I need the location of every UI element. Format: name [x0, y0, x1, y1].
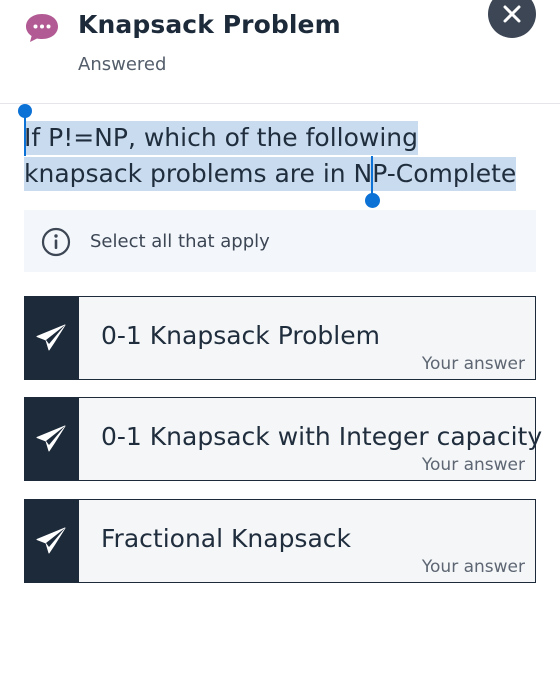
- send-icon: [36, 527, 66, 554]
- selection-start-handle[interactable]: [18, 104, 32, 118]
- chat-bubble-icon: [24, 12, 60, 44]
- instruction-banner: Select all that apply: [24, 210, 536, 272]
- selection-end-handle[interactable]: [365, 193, 380, 208]
- instruction-text: Select all that apply: [90, 231, 270, 252]
- selection-end-caret: [371, 156, 373, 198]
- page-title: Knapsack Problem: [78, 10, 341, 39]
- close-button[interactable]: [488, 0, 536, 38]
- question-selection: If P!=NP, which of the following knapsac…: [24, 121, 517, 191]
- option-label: 0-1 Knapsack with Integer capacity: [101, 422, 543, 451]
- option-label: Fractional Knapsack: [101, 524, 351, 553]
- header: Knapsack Problem Answered: [0, 0, 560, 104]
- option-icon-box: [25, 398, 79, 480]
- send-icon: [36, 425, 66, 452]
- option-icon-box: [25, 500, 79, 582]
- question-text[interactable]: If P!=NP, which of the following knapsac…: [24, 120, 536, 192]
- your-answer-tag: Your answer: [421, 557, 525, 577]
- selection-start-caret: [24, 112, 26, 156]
- send-icon: [36, 324, 66, 351]
- status-label: Answered: [78, 54, 167, 75]
- answer-option-1[interactable]: 0-1 Knapsack Problem Your answer: [24, 296, 536, 380]
- option-icon-box: [25, 297, 79, 379]
- answer-option-2[interactable]: 0-1 Knapsack with Integer capacity Your …: [24, 397, 542, 481]
- answer-option-3[interactable]: Fractional Knapsack Your answer: [24, 499, 536, 583]
- option-label: 0-1 Knapsack Problem: [101, 321, 380, 350]
- your-answer-tag: Your answer: [421, 354, 525, 374]
- info-icon: [41, 227, 71, 261]
- your-answer-tag: Your answer: [421, 455, 525, 475]
- close-icon: [503, 5, 521, 23]
